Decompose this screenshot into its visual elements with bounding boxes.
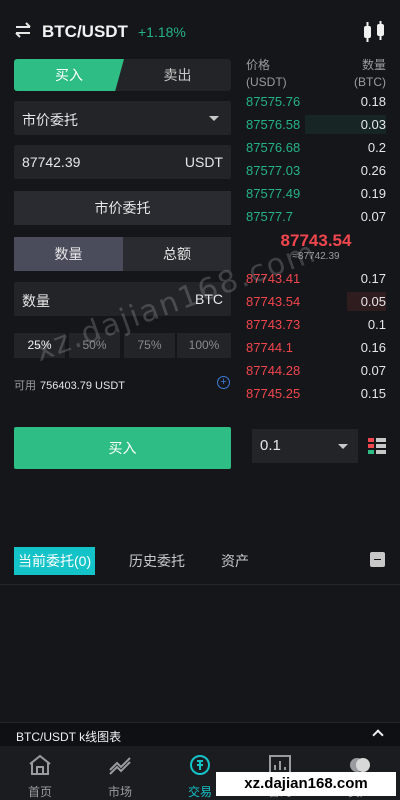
order-quantity: 0.19	[360, 186, 386, 201]
order-type-select[interactable]: 市价委托	[14, 101, 231, 135]
order-quantity: 0.07	[360, 363, 386, 378]
percent-buttons: 25% 50% 75% 100%	[14, 333, 231, 358]
order-quantity: 0.03	[360, 117, 386, 132]
order-price: 87576.58	[246, 117, 301, 132]
top-bar: BTC/USDT +1.18%	[0, 0, 400, 60]
swap-icon[interactable]	[14, 22, 32, 38]
order-price: 87744.1	[246, 340, 293, 355]
bid-row[interactable]: 87577.03 0.26	[246, 159, 386, 182]
chevron-down-icon	[209, 116, 219, 121]
last-price-converted: ≈87742.39	[292, 251, 340, 262]
plus-icon[interactable]: +	[217, 376, 230, 389]
tab-buy[interactable]: 买入	[14, 59, 124, 91]
amount-tabs: 数量 总额	[14, 237, 231, 271]
kline-chart-bar[interactable]: BTC/USDT k线图表	[0, 722, 400, 746]
order-price: 87576.68	[246, 140, 301, 155]
order-quantity: 0.05	[360, 294, 386, 309]
buy-button[interactable]: 买入	[14, 427, 231, 469]
available-value: 756403.79 USDT	[40, 380, 125, 392]
order-quantity: 0.17	[360, 271, 386, 286]
kline-label: BTC/USDT k线图表	[16, 730, 122, 744]
side-tabs: 买入 卖出	[14, 59, 231, 91]
tab-current-orders[interactable]: 当前委托(0)	[14, 547, 96, 575]
pair-title[interactable]: BTC/USDT	[42, 22, 128, 42]
watermark-badge: xz.dajian168.com	[216, 772, 396, 796]
bid-row[interactable]: 87575.76 0.18	[246, 90, 386, 113]
quantity-placeholder: 数量	[22, 293, 50, 309]
orderbook-qty-header: 数量 (BTC)	[354, 57, 386, 91]
ask-row[interactable]: 87745.25 0.15	[246, 382, 386, 405]
order-price: 87744.28	[246, 363, 301, 378]
ask-row[interactable]: 87744.28 0.07	[246, 359, 386, 382]
candlestick-icon[interactable]	[361, 20, 387, 44]
qty-header-label: 数量	[361, 58, 386, 72]
tab-quantity[interactable]: 数量	[14, 237, 123, 271]
order-price: 87577.49	[246, 186, 301, 201]
price-value: 87742.39	[22, 154, 81, 170]
available-balance: 可用 756403.79 USDT	[14, 377, 125, 393]
order-quantity: 0.07	[360, 209, 386, 224]
bid-row[interactable]: 87576.58 0.03	[246, 113, 386, 136]
bid-row[interactable]: 87576.68 0.2	[246, 136, 386, 159]
trend-icon	[109, 757, 131, 775]
order-price: 87577.03	[246, 163, 301, 178]
price-header-label: 价格	[246, 58, 271, 72]
tab-order-history[interactable]: 历史委托	[129, 547, 185, 575]
order-quantity: 0.26	[360, 163, 386, 178]
price-header-unit: (USDT)	[246, 75, 287, 89]
ask-row[interactable]: 87743.54 0.05	[246, 290, 386, 313]
ask-row[interactable]: 87743.73 0.1	[246, 313, 386, 336]
nav-home[interactable]: 首页	[0, 746, 80, 800]
order-quantity: 0.16	[360, 340, 386, 355]
price-change: +1.18%	[138, 24, 186, 40]
order-quantity: 0.15	[360, 386, 386, 401]
percent-75-button[interactable]: 75%	[124, 333, 175, 358]
nav-label: 首页	[27, 785, 52, 799]
order-price: 87575.76	[246, 94, 301, 109]
order-price: 87743.54	[246, 294, 301, 309]
qty-header-unit: (BTC)	[354, 75, 386, 89]
chevron-up-icon[interactable]	[372, 729, 384, 741]
order-quantity: 0.18	[360, 94, 386, 109]
order-price: 87743.73	[246, 317, 301, 332]
nav-market[interactable]: 市场	[80, 746, 160, 800]
depth-select[interactable]: 0.1	[252, 429, 358, 463]
orderbook-layout-icon[interactable]	[368, 438, 386, 454]
bid-row[interactable]: 87577.7 0.07	[246, 205, 386, 228]
orderbook-price-header: 价格 (USDT)	[246, 57, 287, 91]
price-unit: USDT	[184, 154, 223, 170]
depth-value: 0.1	[260, 437, 281, 454]
tab-sell[interactable]: 卖出	[124, 59, 231, 91]
price-field[interactable]: 87742.39 USDT	[14, 145, 231, 179]
ask-row[interactable]: 87744.1 0.16	[246, 336, 386, 359]
nav-label: 市场	[107, 785, 132, 799]
order-quantity: 0.1	[367, 317, 386, 332]
quantity-unit: BTC	[195, 291, 223, 307]
last-price: 87743.54	[280, 231, 352, 250]
market-order-button[interactable]: 市价委托	[14, 191, 231, 225]
bid-row[interactable]: 87577.49 0.19	[246, 182, 386, 205]
order-price: 87745.25	[246, 386, 301, 401]
ask-row[interactable]: 87743.41 0.17	[246, 267, 386, 290]
exchange-icon	[190, 755, 210, 775]
percent-100-button[interactable]: 100%	[177, 333, 231, 358]
order-type-label: 市价委托	[22, 112, 78, 128]
quantity-input[interactable]: 数量 BTC	[14, 282, 231, 316]
order-price: 87743.41	[246, 271, 301, 286]
available-label: 可用	[14, 380, 36, 392]
document-icon[interactable]	[370, 552, 385, 567]
percent-25-button[interactable]: 25%	[14, 333, 65, 358]
orders-tabs: 当前委托(0) 历史委托 资产	[0, 545, 400, 585]
order-price: 87577.7	[246, 209, 293, 224]
order-quantity: 0.2	[367, 140, 386, 155]
percent-50-button[interactable]: 50%	[69, 333, 120, 358]
tab-assets[interactable]: 资产	[221, 547, 249, 575]
chevron-down-icon	[338, 444, 348, 449]
tab-total[interactable]: 总额	[123, 237, 231, 271]
home-icon	[29, 754, 51, 775]
